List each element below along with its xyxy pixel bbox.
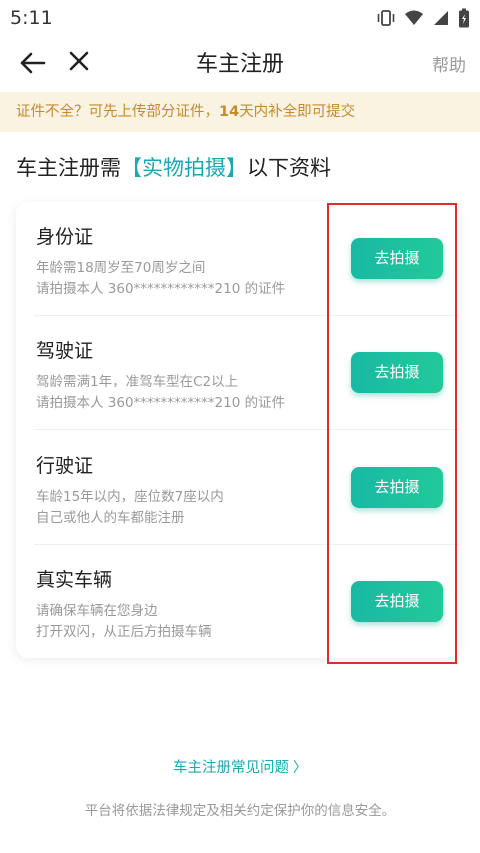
help-button[interactable]: 帮助 xyxy=(432,51,466,76)
document-title: 行驶证 xyxy=(36,455,94,477)
battery-icon xyxy=(458,8,470,28)
nav-bar: 车主注册 帮助 xyxy=(0,38,480,86)
notice-suffix: 天内补全即可提交 xyxy=(239,104,356,120)
status-time: 5:11 xyxy=(10,7,53,29)
row-divider xyxy=(34,429,459,430)
shoot-real-vehicle-button[interactable]: 去拍摄 xyxy=(351,581,443,622)
shoot-vehicle-license-button[interactable]: 去拍摄 xyxy=(351,467,443,508)
document-row-vehicle-license: 行驶证 车龄15年以内，座位数7座以内 自己或他人的车都能注册 去拍摄 xyxy=(16,431,459,545)
faq-link-label: 车主注册常见问题 xyxy=(173,760,289,776)
status-icons xyxy=(376,8,470,28)
document-row-driver-license: 驾驶证 驾龄需满1年，准驾车型在C2以上 请拍摄本人 360**********… xyxy=(16,316,459,430)
wifi-icon xyxy=(404,9,424,27)
heading-accent: 【实物拍摄】 xyxy=(121,156,247,180)
document-row-real-vehicle: 真实车辆 请确保车辆在您身边 打开双闪，从正后方拍摄车辆 去拍摄 xyxy=(16,545,459,659)
document-instruction: 请拍摄本人 360************210 的证件 xyxy=(36,395,286,411)
status-bar: 5:11 xyxy=(0,0,480,36)
signal-icon xyxy=(432,9,450,27)
document-requirement: 年龄需18周岁至70周岁之间 xyxy=(36,260,206,276)
heading-after: 以下资料 xyxy=(247,156,331,180)
notice-days: 14 xyxy=(219,104,240,120)
notice-prefix: 证件不全？可先上传部分证件， xyxy=(16,104,219,120)
notice-banner: 证件不全？可先上传部分证件，14天内补全即可提交 xyxy=(0,92,480,132)
document-instruction: 打开双闪，从正后方拍摄车辆 xyxy=(36,624,212,640)
section-heading: 车主注册需【实物拍摄】以下资料 xyxy=(16,152,331,182)
privacy-note: 平台将依据法律规定及相关约定保护你的信息安全。 xyxy=(84,803,396,819)
documents-card: 身份证 年龄需18周岁至70周岁之间 请拍摄本人 360************… xyxy=(16,202,459,658)
document-title: 身份证 xyxy=(36,226,94,248)
shoot-id-card-button[interactable]: 去拍摄 xyxy=(351,238,443,279)
document-title: 驾驶证 xyxy=(36,340,94,362)
chevron-right-icon: 〉 xyxy=(293,760,307,776)
heading-before: 车主注册需 xyxy=(16,156,121,180)
vibrate-icon xyxy=(376,9,396,27)
document-instruction: 请拍摄本人 360************210 的证件 xyxy=(36,281,286,297)
document-row-id-card: 身份证 年龄需18周岁至70周岁之间 请拍摄本人 360************… xyxy=(16,202,459,316)
page-title: 车主注册 xyxy=(195,52,284,77)
document-title: 真实车辆 xyxy=(36,569,113,591)
document-requirement: 车龄15年以内，座位数7座以内 xyxy=(36,489,224,505)
faq-link[interactable]: 车主注册常见问题〉 xyxy=(0,756,480,777)
document-requirement: 驾龄需满1年，准驾车型在C2以上 xyxy=(36,374,239,390)
shoot-driver-license-button[interactable]: 去拍摄 xyxy=(351,352,443,393)
document-instruction: 自己或他人的车都能注册 xyxy=(36,510,185,526)
document-requirement: 请确保车辆在您身边 xyxy=(36,603,158,619)
